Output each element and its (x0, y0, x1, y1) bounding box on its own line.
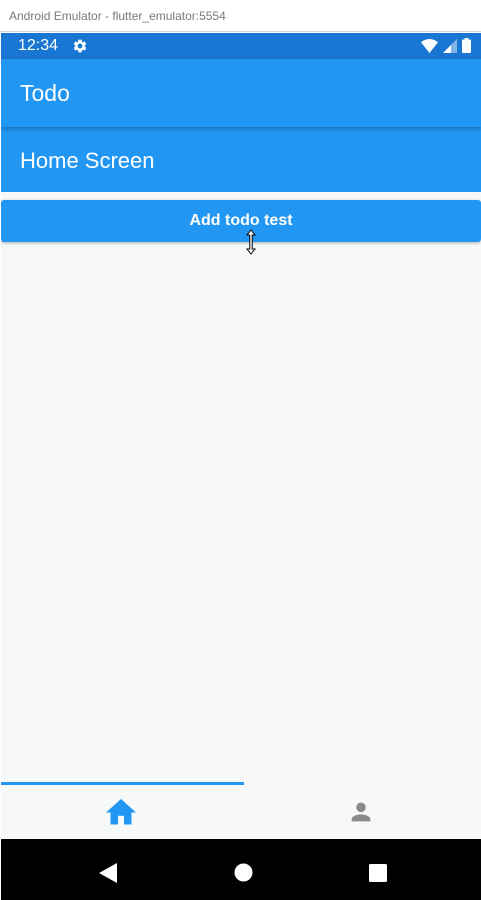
app-bar: Todo (1, 59, 481, 127)
person-icon (351, 802, 371, 822)
add-todo-button[interactable]: Add todo test (1, 200, 481, 242)
battery-icon (462, 38, 471, 53)
nav-item-profile[interactable] (241, 785, 481, 839)
device-screen: 12:34 Todo Home Screen Add todo test (1, 33, 481, 900)
emulator-window-title: Android Emulator - flutter_emulator:5554 (9, 8, 226, 23)
cell-signal-icon (443, 38, 457, 53)
system-navigation-bar (1, 839, 481, 900)
recent-apps-icon[interactable] (369, 864, 387, 882)
home-icon (106, 799, 136, 825)
app-bar-title: Todo (20, 80, 70, 106)
settings-gear-icon (73, 39, 87, 53)
status-time: 12:34 (18, 37, 59, 54)
home-screen-header: Home Screen (1, 127, 481, 192)
page-title: Home Screen (20, 148, 155, 173)
bottom-navigation-bar (1, 782, 481, 839)
back-icon[interactable] (99, 863, 117, 883)
android-status-bar: 12:34 (1, 33, 481, 59)
home-circle-icon[interactable] (234, 863, 253, 882)
nav-item-home[interactable] (1, 785, 241, 839)
emulator-window-titlebar: Android Emulator - flutter_emulator:5554 (0, 0, 481, 32)
wifi-icon (421, 38, 438, 53)
text-cursor-icon (245, 229, 257, 255)
status-icons (421, 38, 471, 53)
